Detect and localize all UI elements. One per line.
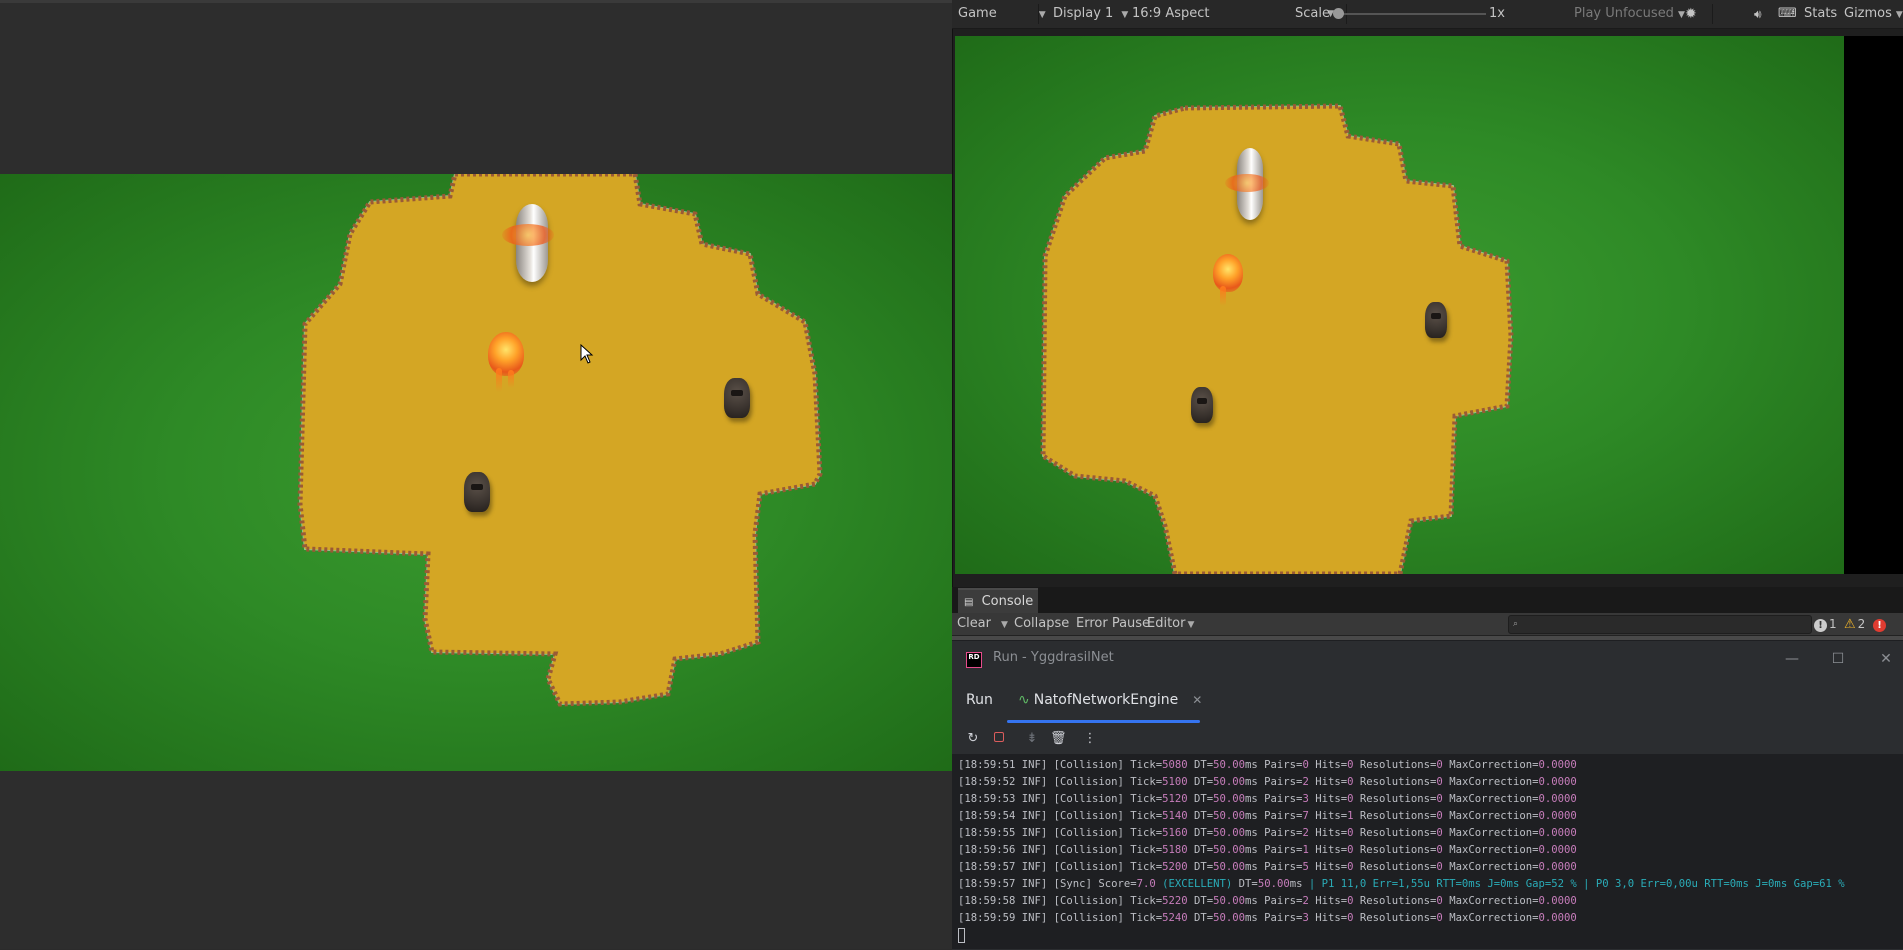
- display-label: Display 1: [1053, 6, 1114, 21]
- error-count[interactable]: !: [1873, 613, 1886, 635]
- rerun-icon[interactable]: ↻: [965, 731, 981, 747]
- clear-label: Clear: [957, 616, 991, 631]
- info-icon: !: [1814, 619, 1827, 632]
- warning-count-label: 2: [1857, 617, 1866, 631]
- error-pause-button[interactable]: Error Pause: [1076, 613, 1150, 635]
- chevron-down-icon: ▼: [1038, 10, 1046, 20]
- left-game-view[interactable]: [0, 174, 952, 771]
- right-game-view[interactable]: [955, 36, 1844, 574]
- flame-tail: [508, 370, 514, 388]
- console-search-input[interactable]: ⌕: [1508, 615, 1812, 634]
- enemy-golem: [1191, 387, 1213, 423]
- rider-logo-icon: RD: [966, 652, 982, 668]
- log-line: [18:59:59 INF] [Collision] Tick=5240 DT=…: [958, 912, 1577, 924]
- more-icon[interactable]: ⋮: [1082, 731, 1098, 747]
- toolbar-separator: [1712, 4, 1713, 24]
- search-icon: ⌕: [1513, 619, 1519, 629]
- flame-tail: [1220, 286, 1226, 306]
- close-icon[interactable]: ✕: [1874, 647, 1898, 671]
- sand-island: [1040, 103, 1514, 574]
- scale-slider-thumb[interactable]: [1333, 8, 1344, 19]
- gizmos-label: Gizmos: [1844, 6, 1892, 21]
- info-count[interactable]: ! 1: [1814, 613, 1837, 635]
- display-dropdown[interactable]: Display 1 ▼: [1053, 0, 1128, 28]
- error-icon: !: [1873, 619, 1886, 632]
- clear-button[interactable]: Clear ▼: [957, 613, 1008, 635]
- mouse-cursor-icon: [580, 344, 594, 364]
- scale-value: 1x: [1489, 6, 1505, 21]
- editor-label: Editor: [1147, 616, 1186, 631]
- left-game-window: [0, 0, 952, 949]
- tab-engine-label: NatofNetworkEngine: [1033, 692, 1179, 708]
- console-tab-bar: [952, 587, 1903, 613]
- flame-tail: [496, 368, 502, 392]
- warning-count[interactable]: ⚠ 2: [1844, 613, 1865, 635]
- view-label: Game: [958, 6, 997, 21]
- enemy-golem: [1425, 302, 1447, 338]
- run-config-icon: ∿: [1018, 692, 1030, 708]
- scroll-to-end-icon[interactable]: ⇟: [1024, 731, 1040, 747]
- audio-icon[interactable]: 🔊︎: [1754, 0, 1762, 28]
- sync-log-line: [18:59:57 INF] [Sync] Score=7.0 (EXCELLE…: [958, 878, 1845, 890]
- scale-label: Scale: [1295, 6, 1330, 21]
- chevron-down-icon: ▼: [1187, 620, 1195, 630]
- chevron-down-icon: ▼: [1001, 620, 1008, 630]
- tab-console[interactable]: ▤ Console: [958, 588, 1038, 615]
- scale-slider-track[interactable]: [1338, 13, 1486, 15]
- gizmos-button[interactable]: Gizmos ▼: [1844, 0, 1903, 28]
- keyboard-icon[interactable]: ⌨: [1778, 0, 1797, 28]
- tab-run[interactable]: Run: [966, 692, 993, 708]
- log-line: [18:59:52 INF] [Collision] Tick=5100 DT=…: [958, 776, 1577, 788]
- log-line: [18:59:53 INF] [Collision] Tick=5120 DT=…: [958, 793, 1577, 805]
- log-line: [18:59:51 INF] [Collision] Tick=5080 DT=…: [958, 759, 1577, 771]
- enemy-golem: [464, 472, 490, 512]
- rider-logo-text: RD: [968, 653, 980, 661]
- minimize-icon[interactable]: —: [1780, 647, 1804, 671]
- toolbar-separator: [1038, 4, 1039, 24]
- chevron-down-icon: ▼: [1121, 10, 1129, 20]
- fireball-icon: [488, 332, 524, 392]
- scale-label-wrap: Scale: [1295, 0, 1330, 28]
- close-tab-icon[interactable]: ✕: [1192, 693, 1202, 707]
- letterbox: [1844, 36, 1903, 574]
- run-log-output[interactable]: [18:59:51 INF] [Collision] Tick=5080 DT=…: [952, 754, 1903, 949]
- text-cursor: [958, 928, 965, 943]
- fire-effect-icon: [1225, 174, 1269, 192]
- editor-dropdown[interactable]: Editor ▼: [1147, 613, 1194, 635]
- stats-button[interactable]: Stats: [1804, 0, 1837, 28]
- active-tab-indicator: [1007, 720, 1200, 723]
- chevron-down-icon: ▼: [1677, 10, 1685, 20]
- log-line: [18:59:57 INF] [Collision] Tick=5200 DT=…: [958, 861, 1577, 873]
- tab-natof-network-engine[interactable]: ∿ NatofNetworkEngine ✕: [1018, 692, 1202, 708]
- fireball-icon: [1213, 254, 1243, 306]
- maximize-icon[interactable]: ☐: [1826, 647, 1850, 671]
- collapse-button[interactable]: Collapse: [1014, 613, 1069, 635]
- play-mode-dropdown[interactable]: Play Unfocused ▼: [1574, 0, 1685, 28]
- bug-icon[interactable]: ✹: [1685, 0, 1697, 28]
- aspect-label: 16:9 Aspect: [1132, 6, 1210, 21]
- console-icon: ▤: [964, 597, 974, 608]
- warning-icon: ⚠: [1844, 617, 1856, 632]
- log-line: [18:59:58 INF] [Collision] Tick=5220 DT=…: [958, 895, 1577, 907]
- play-mode-label: Play Unfocused: [1574, 6, 1674, 21]
- run-window-title: Run - YggdrasilNet: [993, 650, 1114, 665]
- trash-icon[interactable]: 🗑︎: [1050, 731, 1067, 747]
- console-tab-label: Console: [981, 594, 1034, 609]
- enemy-golem: [724, 378, 750, 418]
- view-dropdown[interactable]: Game ▼: [958, 0, 1046, 28]
- stop-icon[interactable]: [991, 731, 1007, 747]
- log-line: [18:59:55 INF] [Collision] Tick=5160 DT=…: [958, 827, 1577, 839]
- fire-effect-icon: [502, 224, 554, 246]
- chevron-down-icon: ▼: [1895, 10, 1903, 20]
- info-count-label: 1: [1829, 617, 1837, 631]
- log-line: [18:59:56 INF] [Collision] Tick=5180 DT=…: [958, 844, 1577, 856]
- log-line: [18:59:54 INF] [Collision] Tick=5140 DT=…: [958, 810, 1577, 822]
- window-top-strip: [0, 0, 952, 3]
